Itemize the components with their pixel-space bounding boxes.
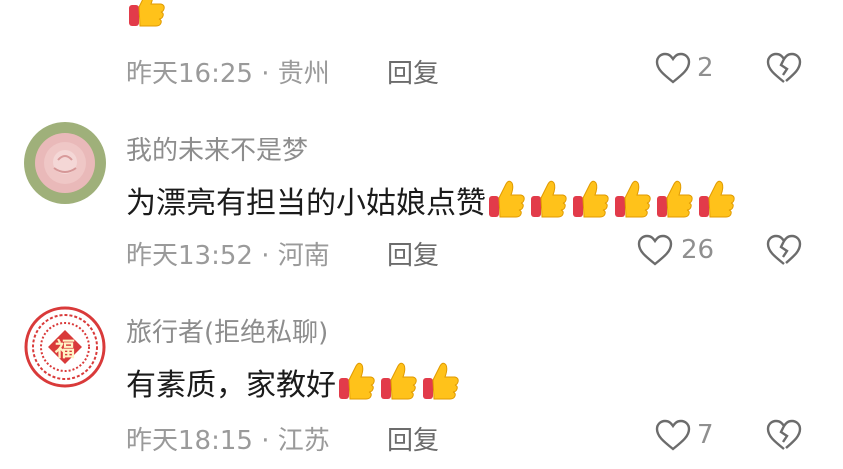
- comment-text: 为漂亮有担当的小姑娘点赞: [126, 178, 740, 227]
- reply-button[interactable]: 回复: [387, 235, 439, 272]
- avatar[interactable]: 福: [24, 306, 106, 388]
- dislike-button[interactable]: [766, 234, 802, 270]
- username[interactable]: 旅行者(拒绝私聊): [126, 312, 328, 349]
- thumbs-up-emoji-row: [338, 361, 464, 409]
- thumbs-up-emoji: [656, 179, 694, 219]
- broken-heart-icon: [766, 52, 802, 83]
- thumbs-up-emoji: [422, 361, 460, 401]
- avatar-text: 福: [54, 337, 75, 361]
- heart-icon: [655, 419, 691, 451]
- reply-button[interactable]: 回复: [387, 53, 439, 90]
- like-button[interactable]: [637, 234, 673, 270]
- comment-item: 福 旅行者(拒绝私聊) 有素质，家教好 昨天18:15 · 江苏 回复 7: [0, 290, 843, 469]
- comment-item: 昨天16:25 · 贵州 回复 2: [0, 0, 843, 100]
- like-button[interactable]: [655, 52, 691, 88]
- thumbs-up-emoji: [572, 179, 610, 219]
- thumbs-up-emoji: [488, 179, 526, 219]
- comment-item: 我的未来不是梦 为漂亮有担当的小姑娘点赞 昨天13:52 · 河南 回复 26: [0, 110, 843, 280]
- thumbs-up-emoji: [698, 179, 736, 219]
- comment-text: 有素质，家教好: [126, 360, 464, 409]
- username[interactable]: 我的未来不是梦: [126, 130, 308, 167]
- heart-icon: [655, 52, 691, 84]
- thumbs-up-emoji-row: [488, 179, 740, 227]
- thumbs-up-emoji: [530, 179, 568, 219]
- comment-meta: 昨天18:15 · 江苏: [126, 426, 330, 456]
- thumbs-up-emoji: [128, 0, 170, 32]
- comment-meta: 昨天13:52 · 河南: [126, 241, 330, 271]
- like-count: 2: [697, 53, 714, 83]
- broken-heart-icon: [766, 234, 802, 265]
- thumbs-up-emoji: [338, 361, 376, 401]
- broken-heart-icon: [766, 419, 802, 450]
- dislike-button[interactable]: [766, 52, 802, 88]
- dislike-button[interactable]: [766, 419, 802, 455]
- like-count: 26: [681, 235, 715, 265]
- heart-icon: [637, 234, 673, 266]
- comment-meta: 昨天16:25 · 贵州: [126, 59, 330, 89]
- like-button[interactable]: [655, 419, 691, 455]
- thumbs-up-emoji: [614, 179, 652, 219]
- reply-button[interactable]: 回复: [387, 420, 439, 457]
- like-count: 7: [697, 420, 714, 450]
- thumbs-up-emoji: [380, 361, 418, 401]
- avatar[interactable]: [24, 122, 106, 204]
